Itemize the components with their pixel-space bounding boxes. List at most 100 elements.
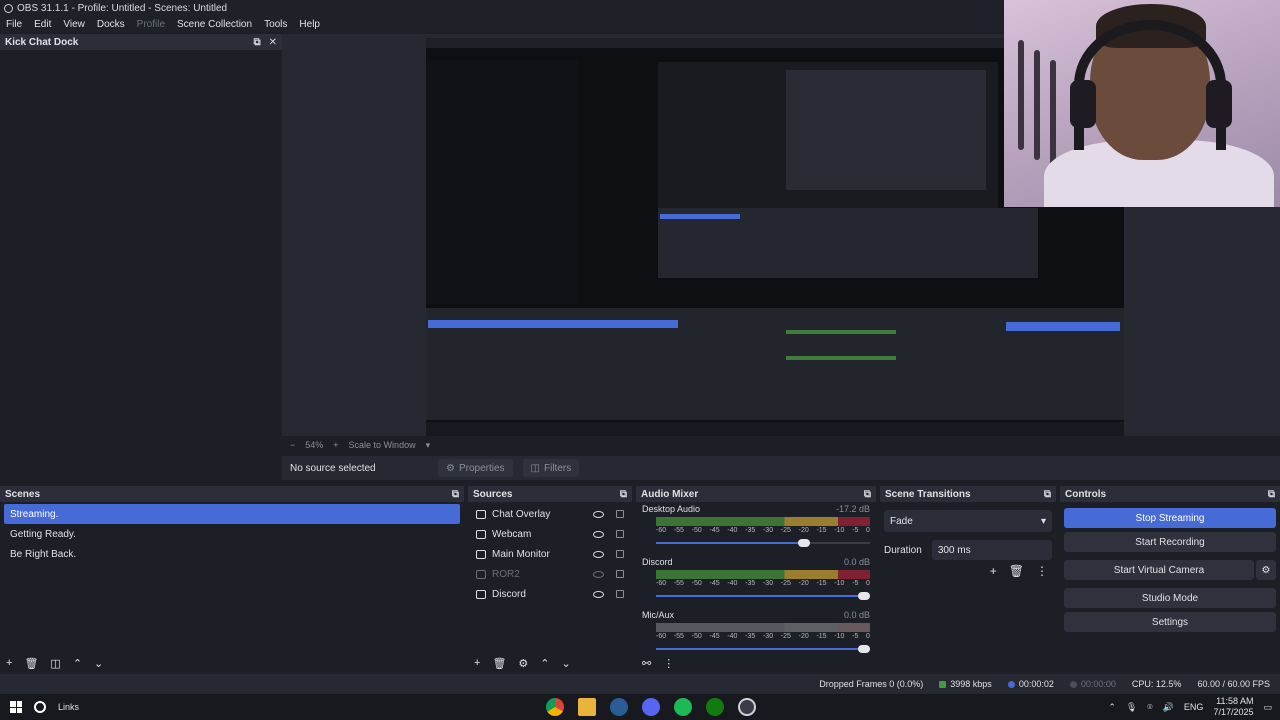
start-virtual-camera-button[interactable]: Start Virtual Camera bbox=[1064, 560, 1254, 580]
undock-icon[interactable]: ⧉ bbox=[253, 37, 260, 48]
notifications-icon[interactable]: ▭ bbox=[1263, 702, 1272, 713]
menu-scene-collection[interactable]: Scene Collection bbox=[177, 19, 252, 30]
scene-filters-button[interactable]: ◫ bbox=[50, 657, 60, 670]
stream-time-status: 00:00:02 bbox=[1007, 679, 1054, 689]
remove-scene-button[interactable]: 🗑 bbox=[24, 657, 38, 670]
studio-mode-button[interactable]: Studio Mode bbox=[1064, 588, 1276, 608]
virtual-camera-settings-gear-icon[interactable]: ⚙ bbox=[1256, 560, 1276, 580]
visibility-eye-icon[interactable] bbox=[593, 510, 604, 518]
lock-icon[interactable] bbox=[616, 570, 624, 578]
add-transition-button[interactable]: + bbox=[990, 564, 997, 578]
undock-icon[interactable]: ⧉ bbox=[1268, 489, 1275, 500]
fader-handle[interactable] bbox=[858, 592, 870, 600]
record-icon bbox=[1069, 681, 1077, 689]
chevron-up-icon[interactable]: ⌃ bbox=[1108, 702, 1116, 713]
transition-menu-icon[interactable]: ⋮ bbox=[1036, 564, 1048, 578]
undock-icon[interactable]: ⧉ bbox=[452, 489, 459, 500]
meter-tick-label: -5 bbox=[852, 580, 859, 587]
discord-icon[interactable] bbox=[642, 698, 660, 716]
move-up-button[interactable]: ⌃ bbox=[73, 657, 82, 670]
visibility-eye-icon[interactable] bbox=[593, 590, 604, 598]
settings-button[interactable]: Settings bbox=[1064, 612, 1276, 632]
transition-select[interactable]: Fade ▾ bbox=[884, 510, 1052, 532]
steam-icon[interactable] bbox=[610, 698, 628, 716]
visibility-eye-icon[interactable] bbox=[593, 550, 604, 558]
fader-handle[interactable] bbox=[858, 645, 870, 653]
add-scene-button[interactable]: + bbox=[6, 657, 12, 669]
source-item[interactable]: Webcam bbox=[468, 524, 632, 544]
undock-icon[interactable]: ⧉ bbox=[864, 489, 871, 500]
menu-tools[interactable]: Tools bbox=[264, 19, 287, 30]
scene-item[interactable]: Streaming. bbox=[4, 504, 460, 524]
source-item[interactable]: Chat Overlay bbox=[468, 504, 632, 524]
source-item[interactable]: Main Monitor bbox=[468, 544, 632, 564]
obs-logo-icon bbox=[4, 3, 13, 13]
remove-source-button[interactable]: 🗑 bbox=[492, 657, 506, 670]
move-down-button[interactable]: ⌄ bbox=[94, 657, 103, 670]
xbox-icon[interactable] bbox=[706, 698, 724, 716]
search-icon[interactable] bbox=[34, 701, 46, 713]
channel-name: Discord bbox=[642, 557, 673, 567]
language-indicator[interactable]: ENG bbox=[1184, 702, 1204, 712]
audio-mixer-title: Audio Mixer bbox=[641, 488, 699, 500]
duration-input[interactable]: 300 ms bbox=[931, 540, 1052, 560]
source-name: Discord bbox=[492, 588, 526, 600]
volume-fader[interactable] bbox=[656, 537, 870, 549]
zoom-out-button[interactable]: − bbox=[290, 440, 295, 450]
sources-header: Sources ⧉ bbox=[468, 486, 632, 502]
duration-label: Duration bbox=[884, 544, 922, 556]
add-source-button[interactable]: + bbox=[474, 657, 480, 669]
close-icon[interactable]: ✕ bbox=[269, 37, 277, 48]
source-name: ROR2 bbox=[492, 568, 520, 580]
scale-dropdown-icon[interactable]: ▾ bbox=[426, 440, 431, 451]
visibility-eye-icon[interactable] bbox=[593, 530, 604, 538]
lock-icon[interactable] bbox=[616, 590, 624, 598]
network-icon[interactable]: ⌾ bbox=[1147, 702, 1152, 713]
filters-button[interactable]: ◫ Filters bbox=[522, 459, 580, 477]
source-item[interactable]: Discord bbox=[468, 584, 632, 604]
move-up-button[interactable]: ⌃ bbox=[540, 657, 549, 670]
stop-streaming-button[interactable]: Stop Streaming bbox=[1064, 508, 1276, 528]
channel-name: Desktop Audio bbox=[642, 504, 701, 514]
move-down-button[interactable]: ⌄ bbox=[562, 657, 571, 670]
lock-icon[interactable] bbox=[616, 510, 624, 518]
meter-tick-label: 0 bbox=[866, 527, 870, 534]
controls-dock: Controls ⧉ Stop Streaming Start Recordin… bbox=[1060, 486, 1280, 672]
spotify-icon[interactable] bbox=[674, 698, 692, 716]
scene-item[interactable]: Getting Ready. bbox=[4, 524, 460, 544]
zoom-in-button[interactable]: + bbox=[333, 440, 338, 450]
scene-item[interactable]: Be Right Back. bbox=[4, 544, 460, 564]
channel-name: Mic/Aux bbox=[642, 610, 675, 620]
volume-icon[interactable]: 🔊 bbox=[1163, 702, 1174, 713]
lock-icon[interactable] bbox=[616, 550, 624, 558]
menu-edit[interactable]: Edit bbox=[34, 19, 51, 30]
scale-mode[interactable]: Scale to Window bbox=[349, 440, 416, 450]
chrome-icon[interactable] bbox=[546, 698, 564, 716]
clock[interactable]: 11:58 AM 7/17/2025 bbox=[1213, 696, 1253, 718]
status-bar: Dropped Frames 0 (0.0%) 3998 kbps 00:00:… bbox=[0, 674, 1280, 694]
microphone-icon[interactable]: 🎙 bbox=[1126, 702, 1137, 713]
fader-handle[interactable] bbox=[798, 539, 811, 547]
menu-view[interactable]: View bbox=[63, 19, 85, 30]
start-recording-button[interactable]: Start Recording bbox=[1064, 532, 1276, 552]
bitrate-status: 3998 kbps bbox=[939, 679, 992, 689]
visibility-hidden-icon[interactable] bbox=[593, 570, 604, 578]
menu-help[interactable]: Help bbox=[299, 19, 320, 30]
obs-icon[interactable] bbox=[738, 698, 756, 716]
source-item[interactable]: ROR2 bbox=[468, 564, 632, 584]
source-properties-button[interactable]: ⚙ bbox=[518, 657, 528, 670]
undock-icon[interactable]: ⧉ bbox=[620, 489, 627, 500]
volume-fader[interactable] bbox=[656, 643, 870, 655]
meter-tick-label: 0 bbox=[866, 633, 870, 640]
menu-docks[interactable]: Docks bbox=[97, 19, 125, 30]
lock-icon[interactable] bbox=[616, 530, 624, 538]
properties-button[interactable]: ⚙ Properties bbox=[438, 459, 513, 477]
remove-transition-button[interactable]: 🗑 bbox=[1009, 564, 1024, 578]
menu-file[interactable]: File bbox=[6, 19, 22, 30]
file-explorer-icon[interactable] bbox=[578, 698, 596, 716]
windows-start-icon[interactable] bbox=[10, 701, 22, 713]
clock-date: 7/17/2025 bbox=[1213, 707, 1254, 717]
taskbar-search-text[interactable]: Links bbox=[58, 702, 79, 712]
undock-icon[interactable]: ⧉ bbox=[1044, 489, 1051, 500]
volume-fader[interactable] bbox=[656, 590, 870, 602]
